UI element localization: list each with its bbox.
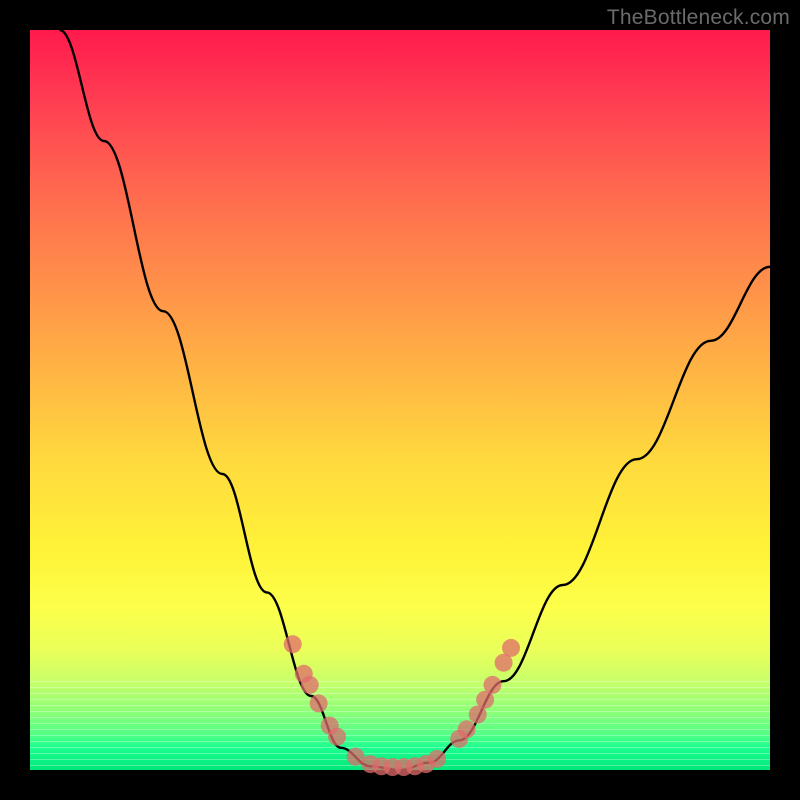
bottleneck-curve <box>60 30 770 770</box>
chart-svg <box>30 30 770 770</box>
data-dot <box>284 635 302 653</box>
data-dot <box>502 639 520 657</box>
data-dot <box>458 720 476 738</box>
data-dot <box>484 676 502 694</box>
watermark-text: TheBottleneck.com <box>607 6 790 30</box>
data-dot <box>428 750 446 768</box>
data-dot <box>310 694 328 712</box>
data-dot <box>301 676 319 694</box>
sample-dots <box>284 635 520 776</box>
plot-area <box>30 30 770 770</box>
chart-frame: TheBottleneck.com <box>0 0 800 800</box>
data-dot <box>328 728 346 746</box>
